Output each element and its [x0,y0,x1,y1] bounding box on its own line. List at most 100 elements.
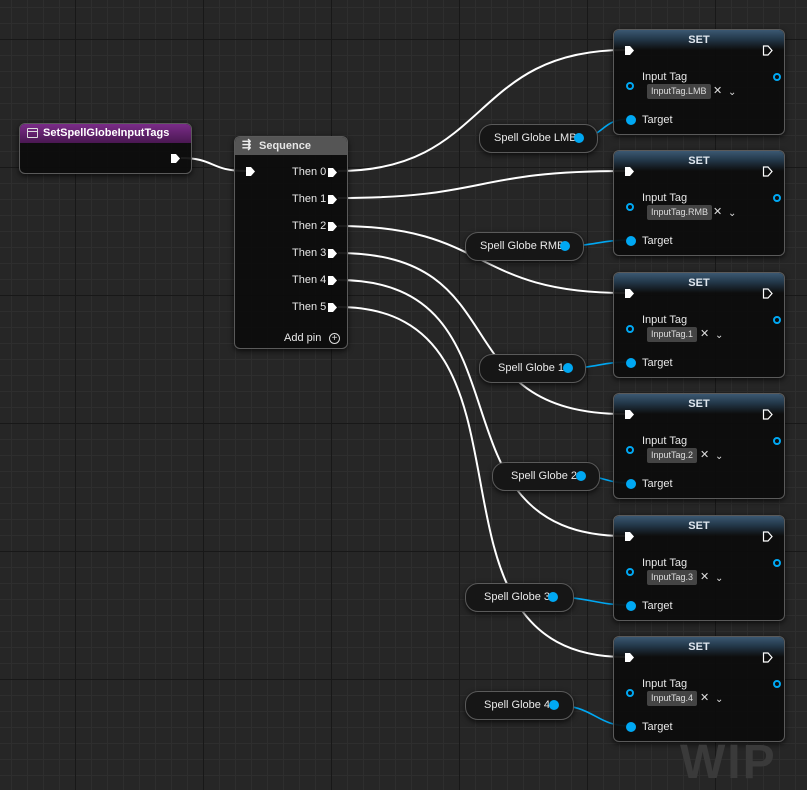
then-2-pin[interactable] [327,221,338,232]
set-output-pin[interactable] [773,559,781,567]
input-tag-value[interactable]: InputTag.2 [647,448,698,463]
variable-node-spell-globe-3[interactable]: Spell Globe 3 [465,583,574,612]
sequence-node[interactable]: ⇶ Sequence Then 0 Then 1 Then 2 Then 3 T… [234,136,348,349]
event-node-set-spell-globe-input-tags[interactable]: SetSpellGlobeInputTags [19,123,192,174]
set-output-pin[interactable] [773,73,781,81]
chevron-down-icon[interactable]: ⌄ [728,206,736,221]
wip-watermark: WIP [680,736,777,789]
then-5-pin[interactable] [327,302,338,313]
variable-output-pin[interactable] [576,471,586,481]
sequence-node-header: ⇶ Sequence [235,137,347,155]
clear-tag-icon[interactable]: ✕ [713,84,722,99]
set-exec-in-pin[interactable] [624,409,635,420]
variable-label: Spell Globe 3 [484,591,551,603]
input-tag-value[interactable]: InputTag.RMB [647,205,713,220]
set-exec-out-pin[interactable] [762,288,773,299]
then-4-pin[interactable] [327,275,338,286]
set-node-3[interactable]: SET Input Tag InputTag.3 ✕ ⌄ Target [613,515,785,621]
clear-tag-icon[interactable]: ✕ [700,327,709,342]
clear-tag-icon[interactable]: ✕ [700,691,709,706]
then-5-label: Then 5 [292,301,327,313]
variable-label: Spell Globe 2 [511,470,578,482]
then-3-label: Then 3 [292,247,327,259]
set-output-pin[interactable] [773,194,781,202]
input-tag-pin[interactable] [626,82,634,90]
input-tag-label: Input Tag [642,71,688,83]
target-label: Target [642,478,673,490]
set-exec-in-pin[interactable] [624,45,635,56]
input-tag-value[interactable]: InputTag.4 [647,691,698,706]
variable-node-spell-globe-2[interactable]: Spell Globe 2 [492,462,600,491]
set-node-rmb[interactable]: SET Input Tag InputTag.RMB ✕ ⌄ Target [613,150,785,256]
set-node-lmb[interactable]: SET Input Tag InputTag.LMB ✕ ⌄ Target [613,29,785,135]
set-exec-out-pin[interactable] [762,409,773,420]
set-exec-out-pin[interactable] [762,166,773,177]
then-3-pin[interactable] [327,248,338,259]
variable-node-spell-globe-4[interactable]: Spell Globe 4 [465,691,574,720]
set-exec-out-pin[interactable] [762,45,773,56]
target-pin[interactable] [626,722,636,732]
add-pin-icon[interactable]: + [329,333,340,344]
variable-node-spell-globe-lmb[interactable]: Spell Globe LMB [479,124,598,153]
set-node-4[interactable]: SET Input Tag InputTag.4 ✕ ⌄ Target [613,636,785,742]
then-4-label: Then 4 [292,274,327,286]
set-exec-in-pin[interactable] [624,166,635,177]
input-tag-value[interactable]: InputTag.3 [647,570,698,585]
input-tag-pin[interactable] [626,568,634,576]
set-exec-out-pin[interactable] [762,652,773,663]
sequence-node-title: Sequence [259,140,311,152]
input-tag-pin[interactable] [626,446,634,454]
input-tag-pin[interactable] [626,325,634,333]
variable-output-pin[interactable] [560,241,570,251]
event-node-title: SetSpellGlobeInputTags [43,127,170,139]
variable-output-pin[interactable] [549,700,559,710]
set-exec-in-pin[interactable] [624,531,635,542]
set-output-pin[interactable] [773,437,781,445]
clear-tag-icon[interactable]: ✕ [700,570,709,585]
exec-wire-then-1 [337,170,626,199]
target-label: Target [642,114,673,126]
target-pin[interactable] [626,601,636,611]
set-output-pin[interactable] [773,680,781,688]
input-tag-label: Input Tag [642,435,688,447]
input-tag-label: Input Tag [642,557,688,569]
clear-tag-icon[interactable]: ✕ [700,448,709,463]
target-pin[interactable] [626,358,636,368]
chevron-down-icon[interactable]: ⌄ [728,85,736,100]
set-exec-in-pin[interactable] [624,652,635,663]
chevron-down-icon[interactable]: ⌄ [715,449,723,464]
set-node-header: SET [614,516,784,536]
add-pin-label[interactable]: Add pin [284,332,321,344]
chevron-down-icon[interactable]: ⌄ [715,328,723,343]
variable-output-pin[interactable] [563,363,573,373]
variable-output-pin[interactable] [574,133,584,143]
target-pin[interactable] [626,236,636,246]
function-icon [27,128,38,138]
input-tag-label: Input Tag [642,192,688,204]
variable-label: Spell Globe LMB [494,132,577,144]
set-node-header: SET [614,273,784,293]
then-1-label: Then 1 [292,193,327,205]
input-tag-pin[interactable] [626,689,634,697]
then-0-pin[interactable] [327,167,338,178]
variable-node-spell-globe-rmb[interactable]: Spell Globe RMB [465,232,584,261]
set-exec-out-pin[interactable] [762,531,773,542]
input-tag-value[interactable]: InputTag.1 [647,327,698,342]
chevron-down-icon[interactable]: ⌄ [715,692,723,707]
chevron-down-icon[interactable]: ⌄ [715,571,723,586]
exec-out-pin[interactable] [170,153,181,164]
sequence-icon: ⇶ [242,139,252,151]
clear-tag-icon[interactable]: ✕ [713,205,722,220]
variable-output-pin[interactable] [548,592,558,602]
then-1-pin[interactable] [327,194,338,205]
set-node-1[interactable]: SET Input Tag InputTag.1 ✕ ⌄ Target [613,272,785,378]
set-output-pin[interactable] [773,316,781,324]
variable-node-spell-globe-1[interactable]: Spell Globe 1 [479,354,586,383]
exec-in-pin[interactable] [245,166,256,177]
target-pin[interactable] [626,115,636,125]
input-tag-value[interactable]: InputTag.LMB [647,84,711,99]
input-tag-pin[interactable] [626,203,634,211]
set-exec-in-pin[interactable] [624,288,635,299]
target-pin[interactable] [626,479,636,489]
set-node-2[interactable]: SET Input Tag InputTag.2 ✕ ⌄ Target [613,393,785,499]
